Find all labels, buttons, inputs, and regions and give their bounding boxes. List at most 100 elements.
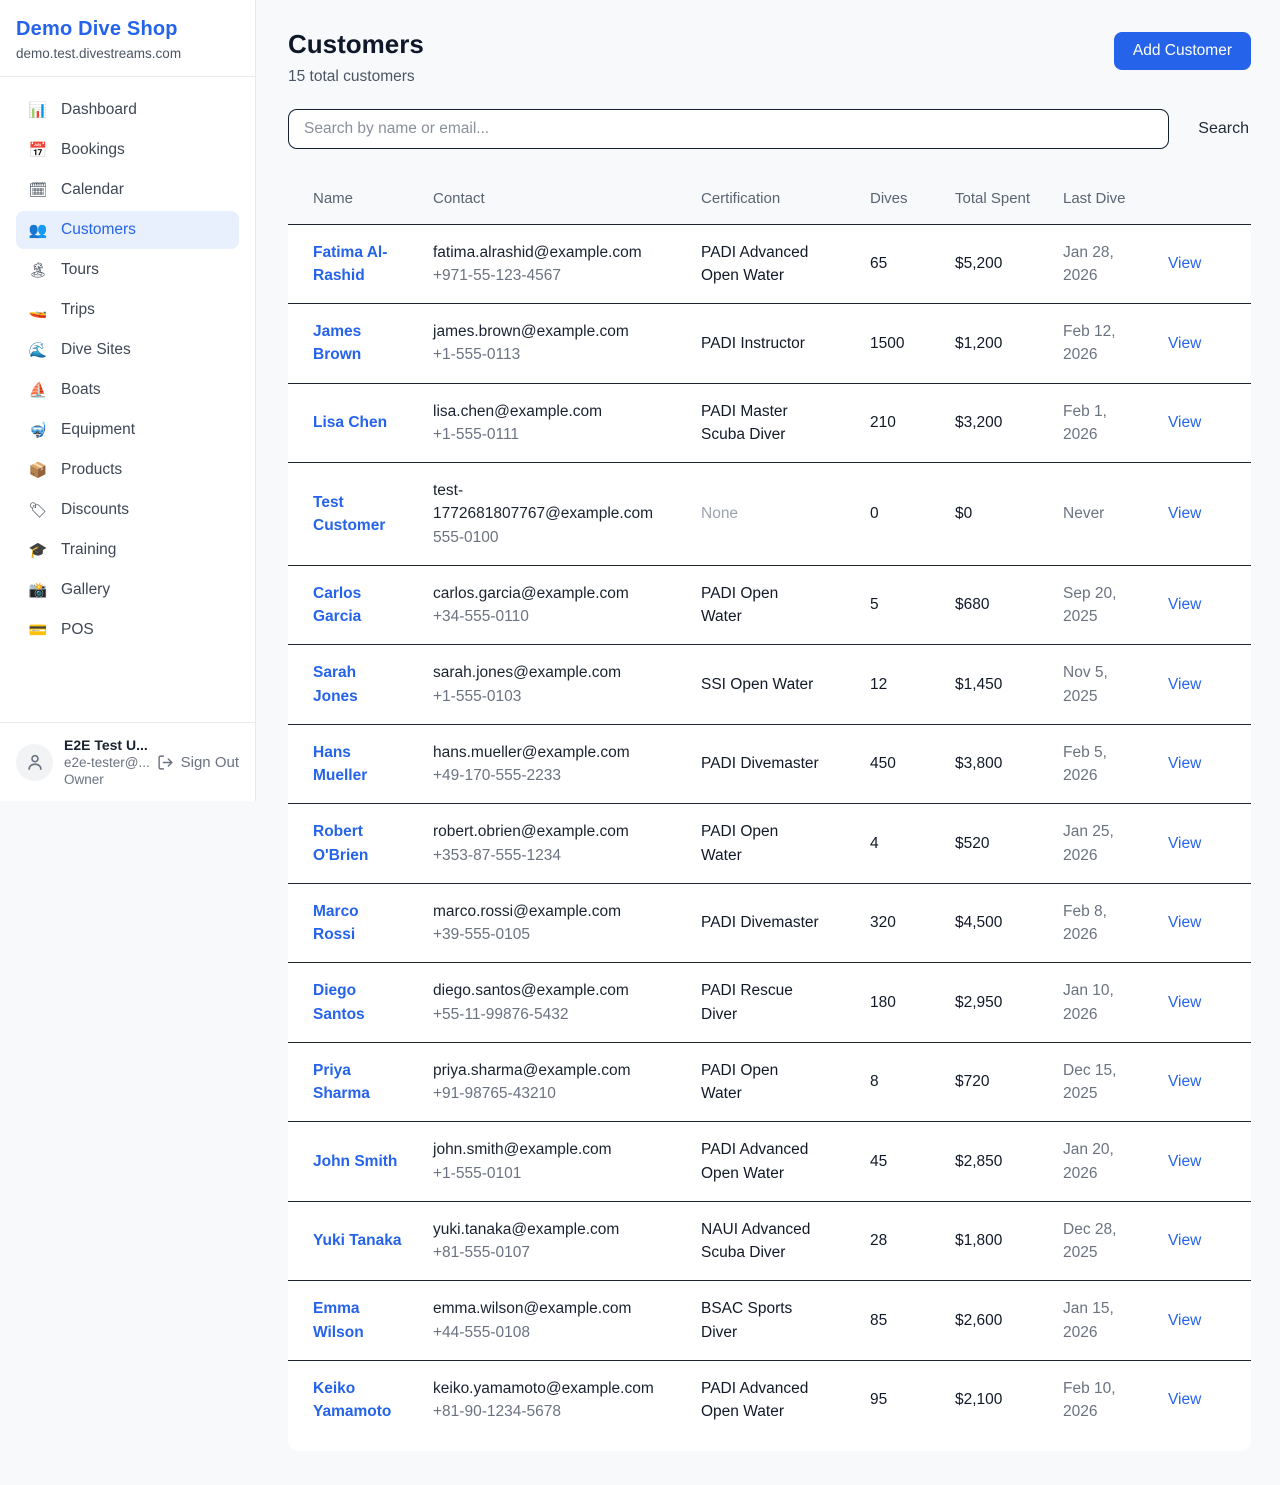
sidebar-item-training[interactable]: 🎓Training — [16, 531, 239, 569]
view-customer-link[interactable]: View — [1168, 835, 1201, 852]
customer-name-link[interactable]: Priya Sharma — [313, 1062, 370, 1102]
customer-name-link[interactable]: Sarah Jones — [313, 664, 358, 704]
customer-email: diego.santos@example.com — [433, 979, 651, 1002]
view-customer-link[interactable]: View — [1168, 255, 1201, 272]
customer-total-spent: $2,600 — [955, 1281, 1063, 1361]
sidebar-item-boats[interactable]: ⛵ Boats — [16, 371, 239, 409]
customer-dives: 0 — [870, 463, 955, 566]
customer-action-cell: View — [1168, 804, 1251, 884]
sign-out-button[interactable]: Sign Out — [157, 754, 239, 771]
add-customer-button[interactable]: Add Customer — [1114, 32, 1251, 70]
view-customer-link[interactable]: View — [1168, 1391, 1201, 1408]
customer-dives: 45 — [870, 1122, 955, 1202]
page-header-text: Customers 15 total customers — [288, 29, 424, 86]
customer-name-link[interactable]: Test Customer — [313, 494, 385, 534]
diving-mask-icon: 🤿 — [28, 421, 48, 439]
sidebar-item-gallery[interactable]: 📸Gallery — [16, 571, 239, 609]
customer-dives: 85 — [870, 1281, 955, 1361]
customer-name-link[interactable]: Carlos Garcia — [313, 585, 361, 625]
sidebar-item-dive-sites[interactable]: 🌊Dive Sites — [16, 331, 239, 369]
customer-total-spent: $3,800 — [955, 724, 1063, 804]
view-customer-link[interactable]: View — [1168, 676, 1201, 693]
customer-name-link[interactable]: Robert O'Brien — [313, 823, 368, 863]
customer-name-link[interactable]: Keiko Yamamoto — [313, 1380, 391, 1420]
customer-name-link[interactable]: Lisa Chen — [313, 414, 387, 431]
customer-action-cell: View — [1168, 383, 1251, 463]
customer-name-link[interactable]: Emma Wilson — [313, 1300, 364, 1340]
table-row: Yuki Tanakayuki.tanaka@example.com+81-55… — [288, 1201, 1251, 1281]
sidebar-item-tours[interactable]: 🏝Tours — [16, 251, 239, 289]
customer-total-spent: $0 — [955, 463, 1063, 566]
table-row: Hans Muellerhans.mueller@example.com+49-… — [288, 724, 1251, 804]
customer-contact-cell: fatima.alrashid@example.com+971-55-123-4… — [433, 224, 701, 304]
view-customer-link[interactable]: View — [1168, 1153, 1201, 1170]
customer-total-spent: $2,850 — [955, 1122, 1063, 1202]
customer-name-link[interactable]: James Brown — [313, 323, 361, 363]
customer-name-link[interactable]: Hans Mueller — [313, 744, 367, 784]
customer-dives: 28 — [870, 1201, 955, 1281]
view-customer-link[interactable]: View — [1168, 914, 1201, 931]
customer-certification: PADI Open Water — [701, 565, 870, 645]
view-customer-link[interactable]: View — [1168, 596, 1201, 613]
view-customer-link[interactable]: View — [1168, 1073, 1201, 1090]
customer-action-cell: View — [1168, 963, 1251, 1043]
view-customer-link[interactable]: View — [1168, 414, 1201, 431]
table-row: Fatima Al-Rashid fatima.alrashid@example.… — [288, 224, 1251, 304]
customer-phone: +971-55-123-4567 — [433, 264, 651, 287]
customer-dives: 180 — [870, 963, 955, 1043]
brand-domain: demo.test.divestreams.com — [16, 46, 239, 61]
customer-phone: +1-555-0113 — [433, 343, 651, 366]
sidebar-item-dashboard[interactable]: 📊Dashboard — [16, 91, 239, 129]
search-input[interactable] — [288, 109, 1169, 149]
view-customer-link[interactable]: View — [1168, 994, 1201, 1011]
sidebar-item-bookings[interactable]: 📅Bookings — [16, 131, 239, 169]
customer-phone: +1-555-0111 — [433, 423, 651, 446]
sidebar-item-discounts[interactable]: 🏷Discounts — [16, 491, 239, 529]
package-icon: 📦 — [28, 461, 48, 479]
view-customer-link[interactable]: View — [1168, 1312, 1201, 1329]
view-customer-link[interactable]: View — [1168, 1232, 1201, 1249]
customer-last-dive: Nov 5, 2025 — [1063, 645, 1168, 725]
customer-email: robert.obrien@example.com — [433, 820, 651, 843]
sidebar-item-label: Training — [61, 541, 116, 559]
search-button[interactable]: Search — [1196, 120, 1251, 138]
sidebar-item-pos[interactable]: 💳POS — [16, 611, 239, 649]
customer-action-cell: View — [1168, 1281, 1251, 1361]
customer-certification: BSAC Sports Diver — [701, 1281, 870, 1361]
customer-dives: 450 — [870, 724, 955, 804]
customer-contact-cell: carlos.garcia@example.com+34-555-0110 — [433, 565, 701, 645]
user-info: E2E Test U... e2e-tester@... Owner — [64, 737, 146, 787]
view-customer-link[interactable]: View — [1168, 755, 1201, 772]
customer-name-link[interactable]: Yuki Tanaka — [313, 1232, 401, 1249]
customer-action-cell: View — [1168, 304, 1251, 384]
user-section: E2E Test U... e2e-tester@... Owner Sign … — [0, 722, 255, 801]
customer-name-link[interactable]: Fatima Al-Rashid — [313, 244, 387, 284]
view-customer-link[interactable]: View — [1168, 335, 1201, 352]
customer-count: 15 total customers — [288, 68, 424, 86]
sidebar-item-equipment[interactable]: 🤿Equipment — [16, 411, 239, 449]
customer-contact-cell: robert.obrien@example.com+353-87-555-123… — [433, 804, 701, 884]
customer-name-link[interactable]: Diego Santos — [313, 982, 365, 1022]
sign-out-icon — [157, 754, 174, 771]
sidebar-item-calendar[interactable]: 🗓Calendar — [16, 171, 239, 209]
customer-phone: +91-98765-43210 — [433, 1082, 651, 1105]
sidebar-item-label: Calendar — [61, 181, 124, 199]
sidebar-item-label: Boats — [61, 381, 101, 399]
wave-icon: 🌊 — [28, 341, 48, 359]
customer-certification: PADI Master Scuba Diver — [701, 383, 870, 463]
sailboat-icon: ⛵ — [28, 381, 48, 399]
view-customer-link[interactable]: View — [1168, 505, 1201, 522]
customer-name-cell: Fatima Al-Rashid — [288, 224, 433, 304]
sidebar-item-label: Trips — [61, 301, 95, 319]
customer-phone: +81-90-1234-5678 — [433, 1400, 651, 1423]
customer-last-dive: Jan 15, 2026 — [1063, 1281, 1168, 1361]
customer-email: hans.mueller@example.com — [433, 741, 651, 764]
table-row: Sarah Jonessarah.jones@example.com+1-555… — [288, 645, 1251, 725]
customer-phone: +353-87-555-1234 — [433, 844, 651, 867]
customer-total-spent: $5,200 — [955, 224, 1063, 304]
sidebar-item-products[interactable]: 📦Products — [16, 451, 239, 489]
sidebar-item-trips[interactable]: 🚤Trips — [16, 291, 239, 329]
customer-name-link[interactable]: John Smith — [313, 1153, 397, 1170]
customer-name-link[interactable]: Marco Rossi — [313, 903, 359, 943]
sidebar-item-customers[interactable]: 👥Customers — [16, 211, 239, 249]
